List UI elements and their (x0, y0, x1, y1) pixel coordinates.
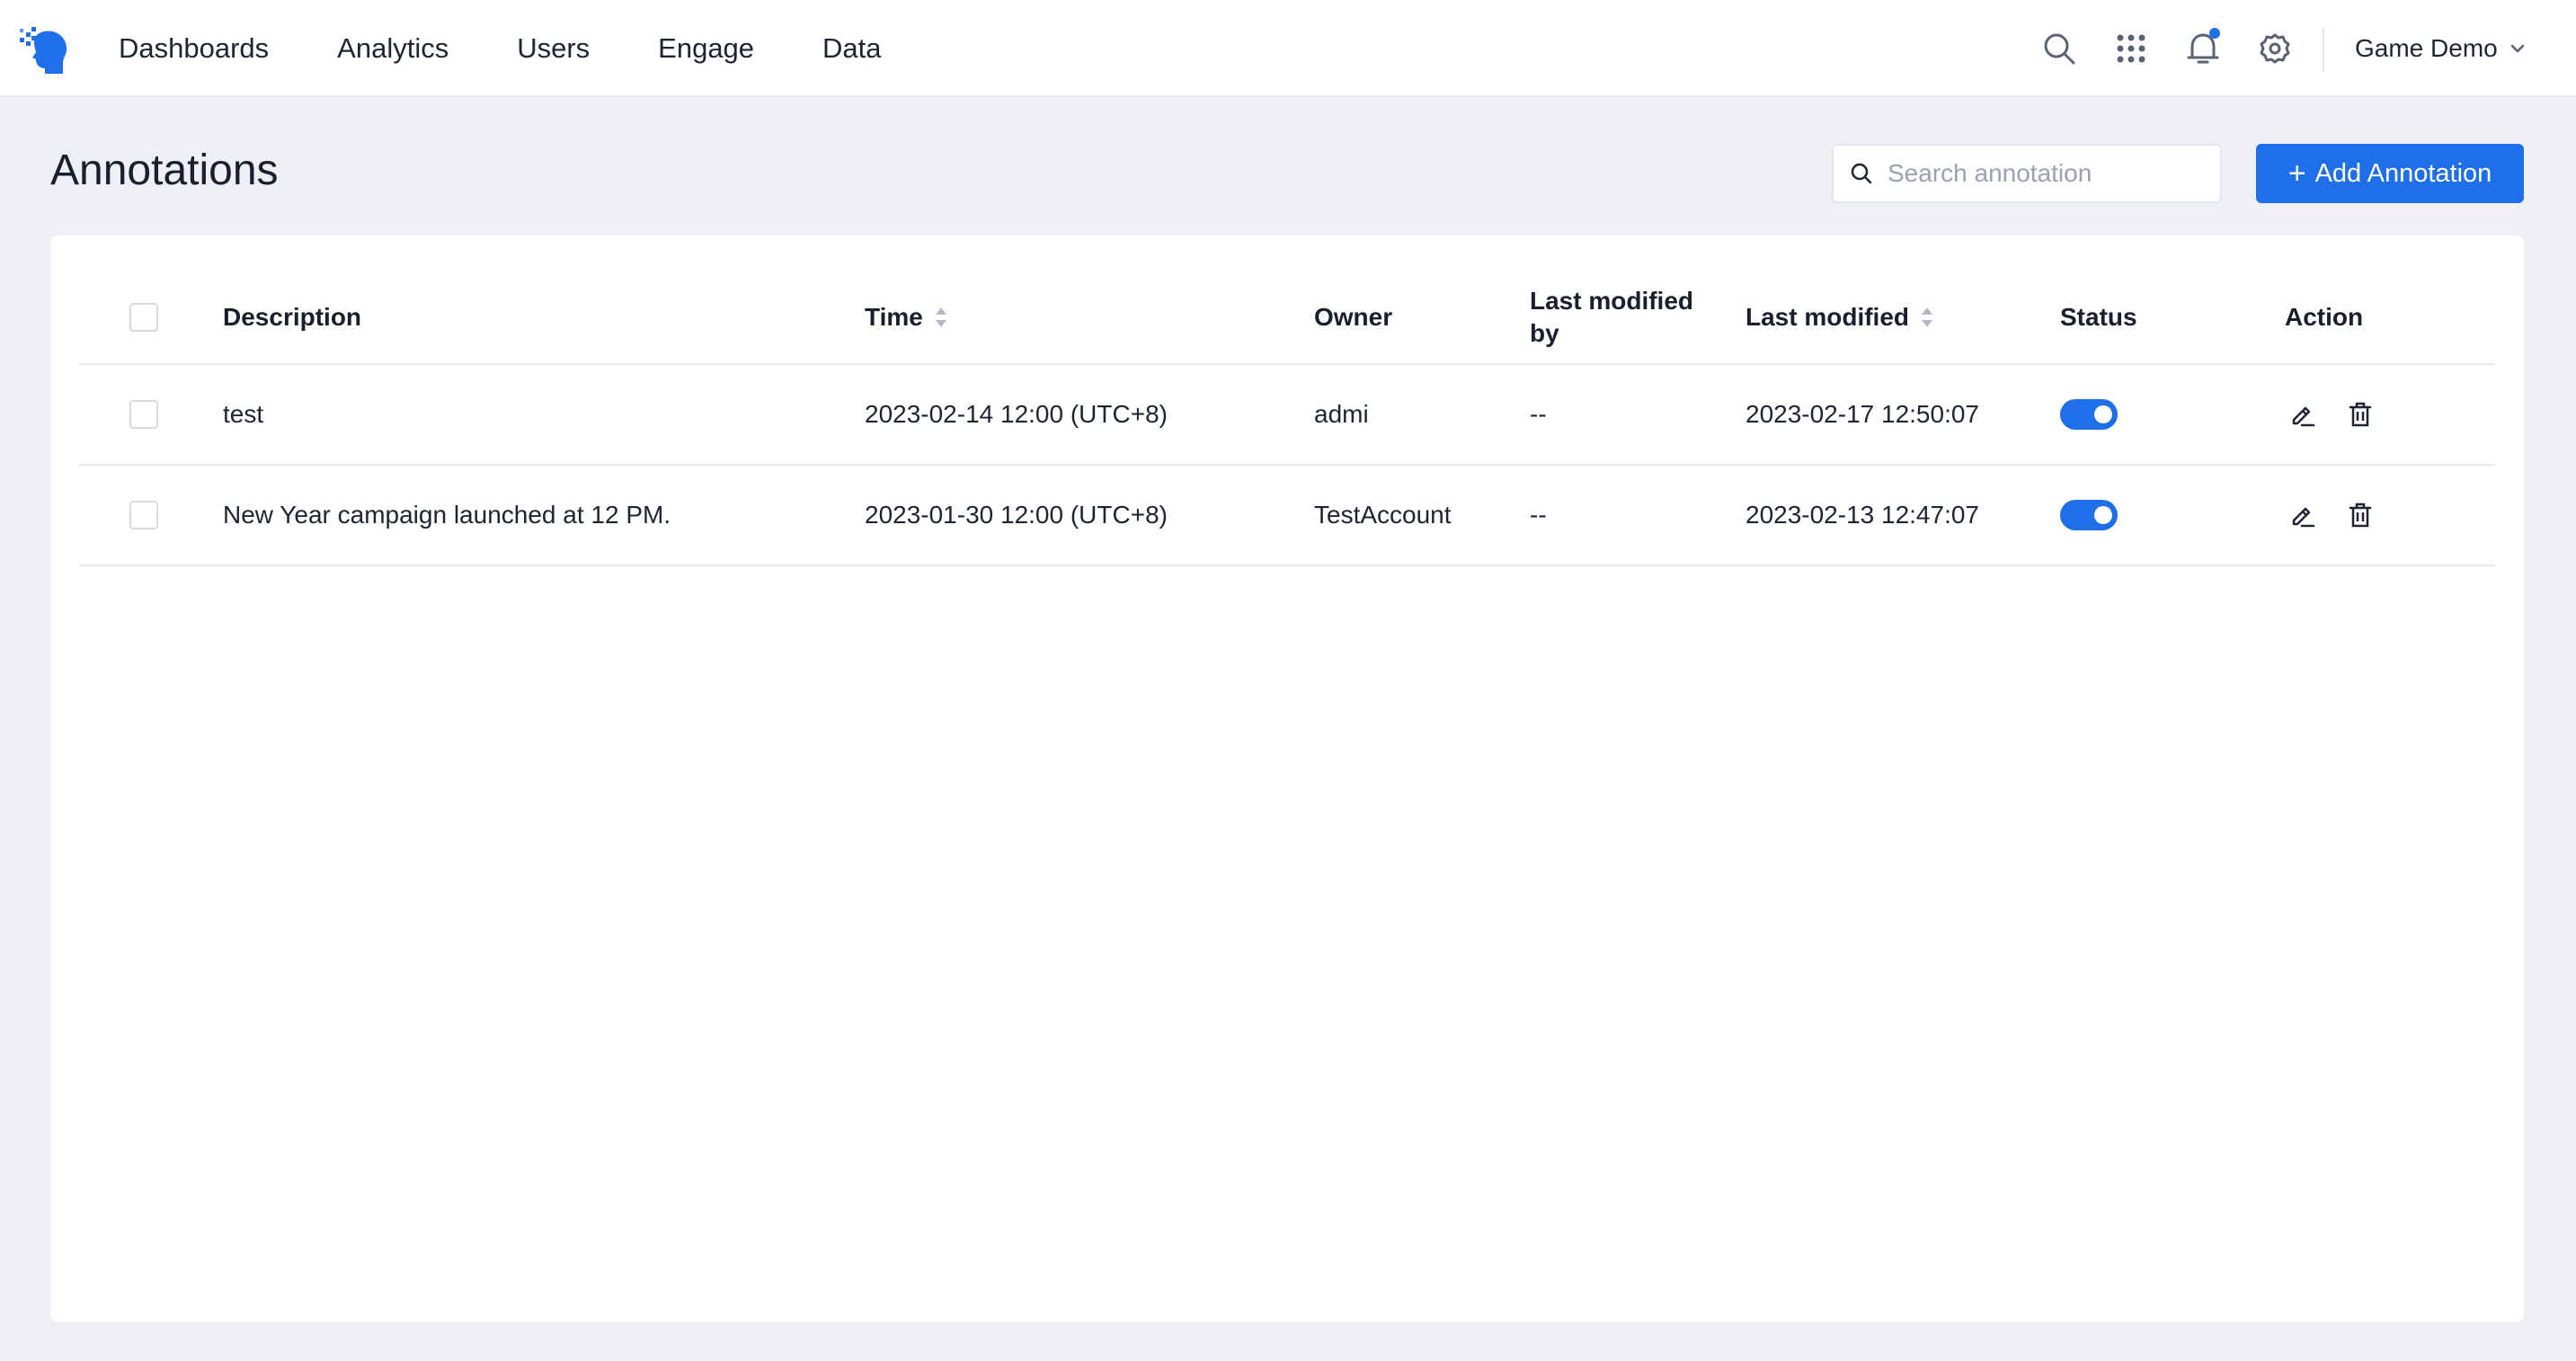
status-toggle[interactable] (2060, 399, 2118, 430)
nav-analytics[interactable]: Analytics (337, 32, 449, 65)
cell-action (2285, 365, 2400, 464)
cell-action (2285, 466, 2400, 565)
sort-icon[interactable] (1920, 306, 1934, 329)
cell-owner: TestAccount (1314, 501, 1452, 529)
plus-icon: + (2287, 156, 2306, 191)
apps-grid-icon[interactable] (2112, 30, 2150, 67)
cell-last-modified: 2023-02-17 12:50:07 (1745, 400, 1979, 428)
chevron-down-icon (2510, 44, 2524, 53)
row-checkbox[interactable] (129, 400, 158, 429)
cell-last-modified: 2023-02-13 12:47:07 (1745, 501, 1979, 529)
column-header-last-modified[interactable]: Last modified (1745, 271, 1934, 363)
edit-icon[interactable] (2285, 497, 2321, 533)
cell-last-modified-by: -- (1530, 501, 1547, 529)
project-switcher[interactable]: Game Demo (2355, 0, 2525, 97)
edit-icon[interactable] (2285, 396, 2321, 432)
cell-status (2060, 466, 2118, 565)
column-header-description: Description (223, 303, 362, 331)
add-annotation-button[interactable]: + Add Annotation (2256, 144, 2524, 203)
nav-data[interactable]: Data (822, 32, 881, 65)
top-navigation-bar: Dashboards Analytics Users Engage Data G… (0, 0, 2576, 97)
cell-time: 2023-01-30 12:00 (UTC+8) (865, 501, 1168, 529)
column-header-action: Action (2285, 303, 2364, 331)
row-checkbox-cell (129, 365, 158, 464)
toggle-knob (2094, 506, 2112, 524)
column-header-last-modified-by: Last modified by (1530, 287, 1694, 347)
column-header-time-label: Time (865, 303, 923, 331)
nav-engage[interactable]: Engage (658, 32, 754, 65)
search-icon[interactable] (2040, 30, 2078, 67)
column-header-last-modified-label: Last modified (1745, 303, 1910, 331)
app-logo-icon[interactable] (18, 22, 70, 76)
gear-icon[interactable] (2256, 30, 2294, 67)
nav-dashboards[interactable]: Dashboards (119, 32, 269, 65)
search-input[interactable] (1886, 158, 2209, 189)
topbar-divider (2323, 27, 2324, 72)
cell-time: 2023-02-14 12:00 (UTC+8) (865, 400, 1168, 428)
cell-owner: admi (1314, 400, 1369, 428)
nav-users[interactable]: Users (517, 32, 590, 65)
cell-description: test (223, 400, 264, 428)
main-nav: Dashboards Analytics Users Engage Data (119, 0, 882, 97)
top-icon-group (2040, 0, 2294, 97)
column-header-status: Status (2060, 303, 2137, 331)
table-row: test 2023-02-14 12:00 (UTC+8) admi -- 20… (79, 365, 2495, 466)
row-checkbox-cell (129, 466, 158, 565)
sort-icon[interactable] (934, 306, 948, 329)
annotations-table-card: Description Time Owner Last modified by … (50, 236, 2524, 1321)
cell-status (2060, 365, 2118, 464)
header-checkbox-cell (129, 271, 158, 363)
annotations-table: Description Time Owner Last modified by … (79, 271, 2495, 566)
status-toggle[interactable] (2060, 500, 2118, 530)
delete-icon[interactable] (2342, 497, 2378, 533)
add-annotation-label: Add Annotation (2314, 158, 2492, 188)
delete-icon[interactable] (2342, 396, 2378, 432)
column-header-owner: Owner (1314, 303, 1393, 331)
cell-last-modified-by: -- (1530, 400, 1547, 428)
table-row: New Year campaign launched at 12 PM. 202… (79, 466, 2495, 566)
cell-description: New Year campaign launched at 12 PM. (223, 501, 671, 529)
row-checkbox[interactable] (129, 501, 158, 529)
bell-icon[interactable] (2184, 28, 2222, 67)
notification-dot (2209, 28, 2220, 39)
search-icon (1851, 163, 1872, 184)
toggle-knob (2094, 405, 2112, 423)
select-all-checkbox[interactable] (129, 303, 158, 332)
table-header-row: Description Time Owner Last modified by … (79, 271, 2495, 365)
page-title: Annotations (50, 147, 279, 194)
column-header-time[interactable]: Time (865, 271, 948, 363)
search-box[interactable] (1832, 144, 2222, 203)
project-name: Game Demo (2355, 34, 2498, 62)
